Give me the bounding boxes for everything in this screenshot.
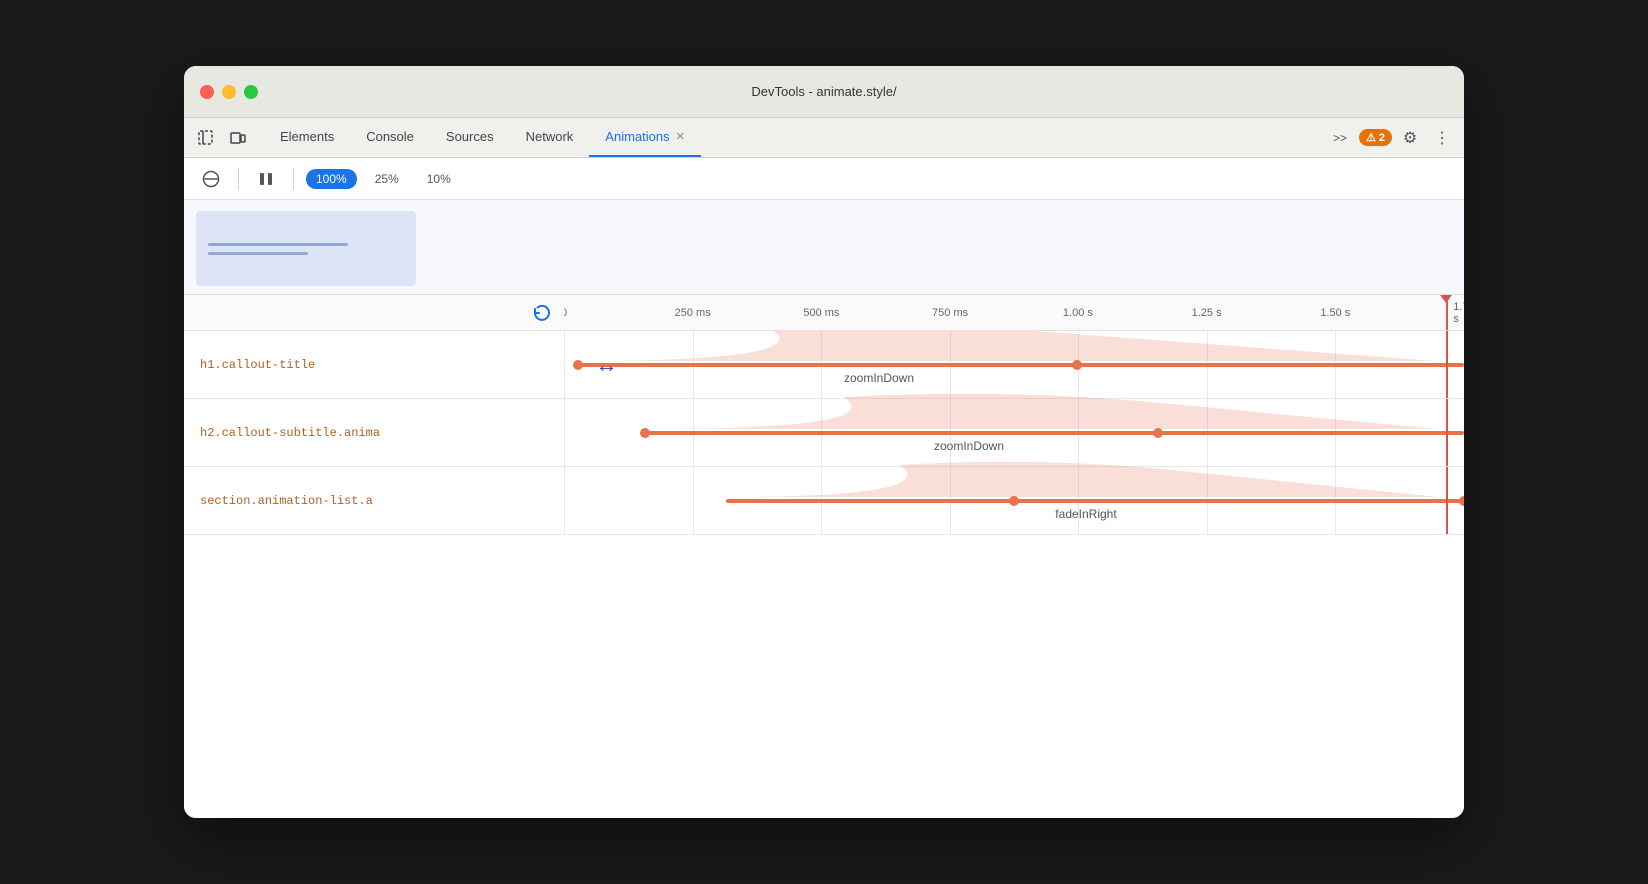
preview-box [196,211,416,286]
tick-label: 1.50 s [1320,307,1350,319]
animation-name-label: zoomInDown [844,371,914,385]
tick-label: 1.75 s [1453,301,1464,325]
tab-close-animations[interactable]: ✕ [676,130,685,143]
tab-console[interactable]: Console [350,118,430,157]
tab-bar: Elements Console Sources Network Animati… [184,118,1464,158]
animation-selector-label: section.animation-list.a [184,494,564,508]
animation-name-label: zoomInDown [934,439,1004,453]
ruler-ticks: 0 250 ms 500 ms 750 ms 1.00 s 1.25 s 1.50 s 1.7… [564,295,1464,330]
window-title: DevTools - animate.style/ [751,84,896,99]
toolbar-divider [238,168,239,190]
animation-start-dot [573,360,583,370]
titlebar: DevTools - animate.style/ [184,66,1464,118]
devtools-panel: Elements Console Sources Network Animati… [184,118,1464,818]
animation-start-dot [640,428,650,438]
animation-bar[interactable] [645,431,1464,435]
animation-curve [578,331,1435,361]
track-time-marker [1446,331,1448,398]
track-time-marker [1446,467,1448,534]
error-icon: ⚠ [1366,131,1376,144]
track-time-marker [1446,399,1448,466]
toolbar-divider-2 [293,168,294,190]
ruler-left [184,299,564,327]
animation-name-label: fadeInRight [1055,507,1116,521]
timeline-area: 0 250 ms 500 ms 750 ms 1.00 s 1.25 s 1.50 s 1.7… [184,295,1464,818]
maximize-button[interactable] [244,85,258,99]
animation-track[interactable]: zoomInDown↔ [564,331,1464,398]
more-tabs-button[interactable]: >> [1325,131,1355,145]
animation-end-dot [1459,496,1464,506]
animation-row[interactable]: h2.callout-subtitle.anima zoomInDown [184,399,1464,467]
settings-button[interactable]: ⚙ [1396,124,1424,152]
animation-row[interactable]: section.animation-list.a fadeInRight [184,467,1464,535]
animation-track[interactable]: zoomInDown [564,399,1464,466]
tab-network[interactable]: Network [510,118,590,157]
tab-elements[interactable]: Elements [264,118,350,157]
tab-animations[interactable]: Animations ✕ [589,118,701,157]
close-button[interactable] [200,85,214,99]
animation-selector-label: h2.callout-subtitle.anima [184,426,564,440]
inspector-icon[interactable] [192,124,220,152]
animation-bar[interactable] [726,499,1464,503]
animation-end-dot [1153,428,1163,438]
more-options-button[interactable]: ⋮ [1428,124,1456,152]
animation-end-dot [1072,360,1082,370]
tick-label: 1.25 s [1192,307,1222,319]
clear-animations-button[interactable] [196,164,226,194]
animation-row[interactable]: h1.callout-titlezoomInDown↔ [184,331,1464,399]
current-time-marker [1446,295,1448,330]
toolbar-icons [192,118,252,157]
tick-label: 500 ms [803,307,839,319]
tick-label: 250 ms [675,307,711,319]
preview-line-2 [208,252,308,255]
drag-arrow-icon: ↔ [596,352,618,378]
tick-label: 0 [564,307,567,319]
tab-sources[interactable]: Sources [430,118,510,157]
window-controls [200,85,258,99]
speed-25-button[interactable]: 25% [365,169,409,189]
speed-10-button[interactable]: 10% [417,169,461,189]
device-toolbar-icon[interactable] [224,124,252,152]
animation-bar-container: zoomInDown [645,431,1464,435]
tick-label: 1.00 s [1063,307,1093,319]
speed-100-button[interactable]: 100% [306,169,357,189]
tick-label: 750 ms [932,307,968,319]
animation-rows[interactable]: h1.callout-titlezoomInDown↔h2.callout-su… [184,331,1464,818]
animation-start-dot [1009,496,1019,506]
tabbar-right: >> ⚠ 2 ⚙ ⋮ [1325,118,1456,157]
animation-selector-label: h1.callout-title [184,358,564,372]
error-badge[interactable]: ⚠ 2 [1359,129,1392,146]
pause-animations-button[interactable] [251,164,281,194]
animation-bar-container: fadeInRight [726,499,1464,503]
replay-button[interactable] [528,299,556,327]
animation-track[interactable]: fadeInRight [564,467,1464,534]
time-ruler: 0 250 ms 500 ms 750 ms 1.00 s 1.25 s 1.50 s 1.7… [184,295,1464,331]
animation-bar-container: zoomInDown [578,363,1465,367]
animations-toolbar: 100% 25% 10% [184,158,1464,200]
preview-line-1 [208,243,348,246]
devtools-window: DevTools - animate.style/ [184,66,1464,818]
minimize-button[interactable] [222,85,236,99]
animation-bar[interactable] [578,363,1465,367]
animation-preview [184,200,1464,295]
